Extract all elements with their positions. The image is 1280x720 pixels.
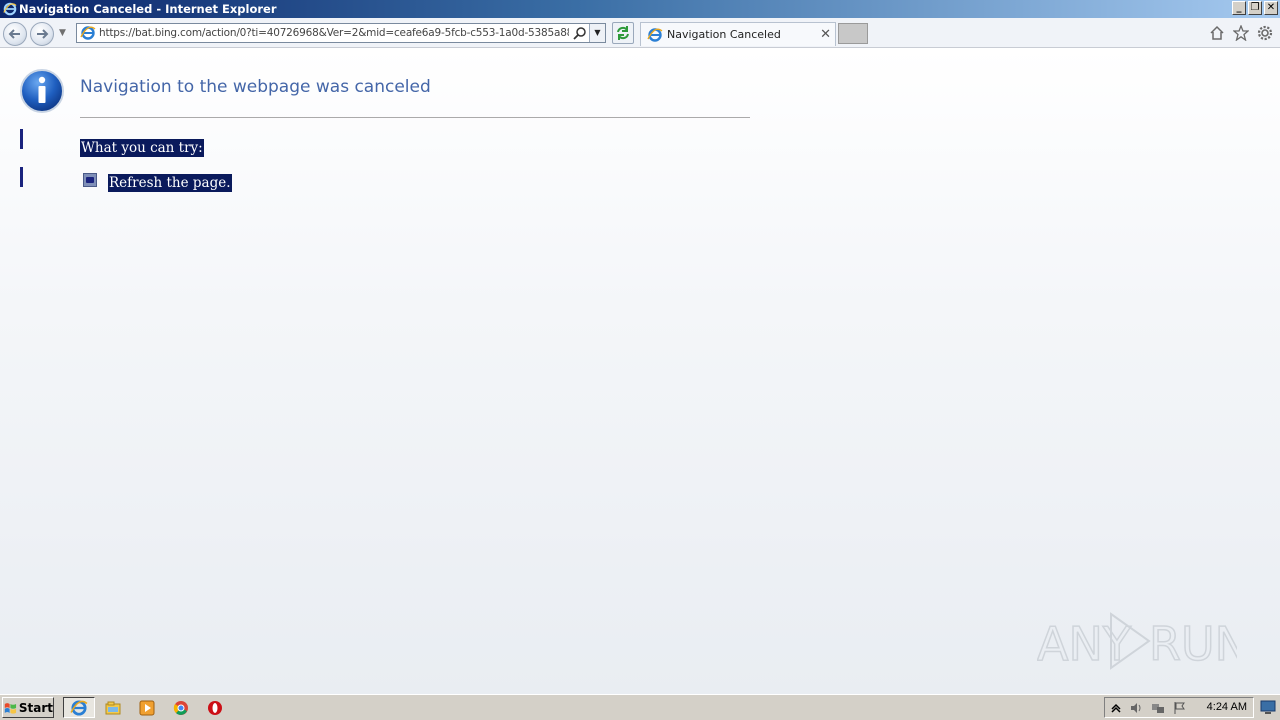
show-hidden-icons-icon[interactable] (1109, 701, 1123, 715)
toolbar-icons (1208, 24, 1274, 42)
media-player-icon[interactable] (138, 699, 156, 717)
window-title: Navigation Canceled - Internet Explorer (19, 2, 277, 16)
close-button[interactable]: ✕ (1264, 1, 1278, 15)
internet-explorer-icon (647, 27, 663, 42)
window-controls: _ ❐ ✕ (1232, 1, 1278, 15)
refresh-icon (617, 26, 629, 40)
tab-label: Navigation Canceled (667, 28, 781, 41)
forward-button[interactable] (30, 22, 54, 46)
title-bar: Navigation Canceled - Internet Explorer … (0, 0, 1280, 18)
recent-pages-dropdown[interactable]: ▼ (59, 28, 66, 38)
action-center-flag-icon[interactable] (1173, 701, 1187, 715)
restore-button[interactable]: ❐ (1248, 1, 1262, 15)
watermark-right-text: RUN (1149, 617, 1237, 671)
settings-icon[interactable] (1256, 24, 1274, 42)
info-icon (20, 69, 64, 113)
network-icon[interactable] (1151, 701, 1165, 715)
new-tab-button[interactable] (838, 23, 868, 44)
page-title: Navigation to the webpage was canceled (80, 77, 431, 97)
address-dropdown-button[interactable]: ▼ (589, 24, 605, 42)
anyrun-watermark: ANY RUN (1037, 612, 1237, 672)
show-desktop-icon[interactable] (1260, 699, 1276, 715)
back-icon (8, 29, 20, 39)
volume-icon[interactable] (1129, 701, 1143, 715)
page-content: Navigation to the webpage was canceled W… (0, 48, 1280, 694)
chrome-icon[interactable] (172, 699, 190, 717)
tab-navigation-canceled[interactable]: Navigation Canceled ✕ (640, 22, 836, 46)
start-label: Start (18, 700, 53, 715)
section-marker (20, 167, 23, 187)
suggestions-label: What you can try: (80, 139, 204, 157)
clock[interactable]: 4:24 AM (1207, 701, 1247, 713)
refresh-page-link[interactable]: Refresh the page. (108, 174, 232, 192)
file-explorer-icon[interactable] (104, 699, 122, 717)
bullet-icon (83, 173, 97, 187)
start-button[interactable]: Start (2, 697, 54, 718)
refresh-button[interactable] (612, 22, 634, 44)
forward-icon (37, 29, 49, 39)
address-bar[interactable]: https://bat.bing.com/action/0?ti=4072696… (76, 23, 606, 43)
address-url[interactable]: https://bat.bing.com/action/0?ti=4072696… (99, 27, 569, 39)
section-marker (20, 129, 23, 149)
taskbar: Start 4:24 AM (0, 694, 1280, 720)
windows-logo-icon (4, 702, 17, 714)
favorites-icon[interactable] (1232, 24, 1250, 42)
close-tab-icon[interactable]: ✕ (820, 27, 831, 42)
system-tray: 4:24 AM (1104, 697, 1254, 718)
opera-icon[interactable] (206, 699, 224, 717)
search-icon[interactable] (573, 26, 587, 40)
home-icon[interactable] (1208, 24, 1226, 42)
back-button[interactable] (3, 22, 27, 46)
taskbar-internet-explorer[interactable] (63, 697, 95, 718)
internet-explorer-icon (3, 2, 17, 16)
minimize-button[interactable]: _ (1232, 1, 1246, 15)
navigation-bar: ▼ https://bat.bing.com/action/0?ti=40726… (0, 18, 1280, 48)
divider (80, 117, 750, 118)
page-favicon-icon (80, 26, 96, 40)
internet-explorer-icon (70, 699, 88, 716)
